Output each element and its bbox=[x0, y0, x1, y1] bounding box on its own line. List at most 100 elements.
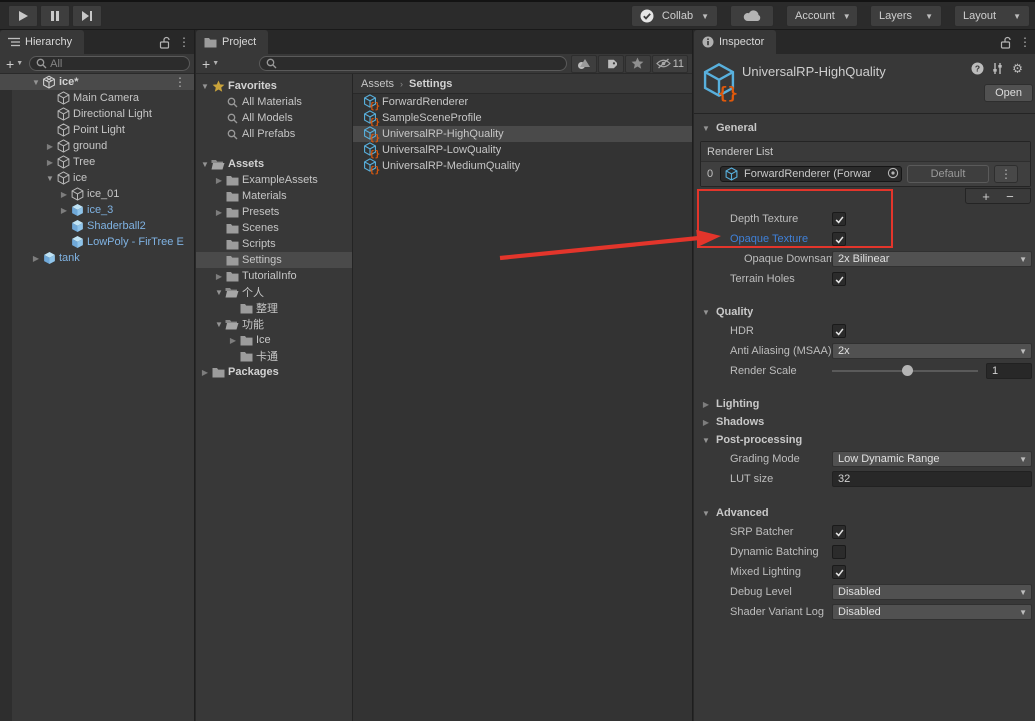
filter-by-type-button[interactable] bbox=[571, 55, 597, 73]
foldout-expanded-icon[interactable]: ▼ bbox=[199, 82, 211, 91]
foldout-collapsed-icon[interactable]: ▶ bbox=[700, 400, 712, 409]
foldout-collapsed-icon[interactable]: ▶ bbox=[213, 208, 225, 217]
number-field[interactable]: 32 bbox=[832, 471, 1032, 487]
foldout-expanded-icon[interactable]: ▼ bbox=[700, 436, 712, 445]
breadcrumb-current[interactable]: Settings bbox=[409, 78, 452, 90]
project-tree-item-presets[interactable]: ▶Presets bbox=[196, 204, 352, 220]
project-tree-item-卡通[interactable]: 卡通 bbox=[196, 348, 352, 364]
section-advanced[interactable]: ▼Advanced bbox=[694, 504, 1035, 522]
foldout-collapsed-icon[interactable]: ▶ bbox=[58, 206, 70, 215]
project-tree-item-功能[interactable]: ▼功能 bbox=[196, 316, 352, 332]
project-tree-item-ice[interactable]: ▶Ice bbox=[196, 332, 352, 348]
project-tree-item-个人[interactable]: ▼个人 bbox=[196, 284, 352, 300]
play-button[interactable] bbox=[8, 5, 38, 27]
tab-hierarchy[interactable]: Hierarchy bbox=[0, 30, 84, 54]
hierarchy-item-directional-light[interactable]: Directional Light bbox=[0, 106, 194, 122]
kebab-menu-icon[interactable]: ⋮ bbox=[994, 165, 1018, 183]
project-tree-item-packages[interactable]: ▶Packages bbox=[196, 364, 352, 380]
dropdown-field[interactable]: Disabled▼ bbox=[832, 604, 1032, 620]
section-shadows[interactable]: ▶Shadows bbox=[694, 413, 1035, 431]
slider-value-field[interactable]: 1 bbox=[986, 363, 1032, 379]
hierarchy-item-shaderball2[interactable]: Shaderball2 bbox=[0, 218, 194, 234]
hierarchy-scene-header[interactable]: ▼ice*⋮ bbox=[0, 74, 194, 90]
project-tree-item-assets[interactable]: ▼Assets bbox=[196, 156, 352, 172]
checkbox-checked[interactable] bbox=[832, 525, 846, 539]
foldout-expanded-icon[interactable]: ▼ bbox=[199, 160, 211, 169]
add-renderer-button[interactable]: + bbox=[982, 189, 990, 204]
file-row[interactable]: {}SampleSceneProfile bbox=[353, 110, 692, 126]
cloud-button[interactable] bbox=[730, 5, 774, 27]
foldout-expanded-icon[interactable]: ▼ bbox=[44, 174, 56, 183]
presets-icon[interactable] bbox=[991, 62, 1004, 75]
create-asset-button[interactable]: +▼ bbox=[200, 56, 221, 72]
layout-dropdown[interactable]: Layout ▼ bbox=[954, 5, 1030, 27]
project-tree-item-materials[interactable]: Materials bbox=[196, 188, 352, 204]
foldout-collapsed-icon[interactable]: ▶ bbox=[44, 142, 56, 151]
project-search-input[interactable] bbox=[259, 56, 566, 71]
project-tree-item-all-materials[interactable]: All Materials bbox=[196, 94, 352, 110]
hierarchy-item-main-camera[interactable]: Main Camera bbox=[0, 90, 194, 106]
lock-icon[interactable] bbox=[159, 36, 170, 49]
file-row[interactable]: {}ForwardRenderer bbox=[353, 94, 692, 110]
foldout-expanded-icon[interactable]: ▼ bbox=[700, 308, 712, 317]
kebab-menu-icon[interactable]: ⋮ bbox=[178, 36, 190, 48]
hierarchy-item-tree[interactable]: ▶Tree bbox=[0, 154, 194, 170]
foldout-collapsed-icon[interactable]: ▶ bbox=[44, 158, 56, 167]
hierarchy-item-point-light[interactable]: Point Light bbox=[0, 122, 194, 138]
foldout-expanded-icon[interactable]: ▼ bbox=[30, 78, 42, 87]
hierarchy-item-tank[interactable]: ▶tank bbox=[0, 250, 194, 266]
pause-button[interactable] bbox=[40, 5, 70, 27]
filter-by-label-button[interactable] bbox=[598, 55, 624, 73]
breadcrumb-root[interactable]: Assets bbox=[361, 78, 394, 90]
layers-dropdown[interactable]: Layers ▼ bbox=[870, 5, 942, 27]
project-tree-item-scripts[interactable]: Scripts bbox=[196, 236, 352, 252]
create-object-button[interactable]: +▼ bbox=[4, 56, 25, 72]
project-tree-item-all-prefabs[interactable]: All Prefabs bbox=[196, 126, 352, 142]
hierarchy-item-ice-3[interactable]: ▶ice_3 bbox=[0, 202, 194, 218]
checkbox-checked[interactable] bbox=[832, 232, 846, 246]
step-button[interactable] bbox=[72, 5, 102, 27]
project-tree-item-exampleassets[interactable]: ▶ExampleAssets bbox=[196, 172, 352, 188]
hierarchy-item-ground[interactable]: ▶ground bbox=[0, 138, 194, 154]
default-button[interactable]: Default bbox=[907, 165, 989, 183]
kebab-menu-icon[interactable]: ⋮ bbox=[1019, 36, 1031, 48]
foldout-collapsed-icon[interactable]: ▶ bbox=[199, 368, 211, 377]
account-dropdown[interactable]: Account ▼ bbox=[786, 5, 858, 27]
open-button[interactable]: Open bbox=[984, 84, 1033, 102]
foldout-collapsed-icon[interactable]: ▶ bbox=[58, 190, 70, 199]
checkbox-checked[interactable] bbox=[832, 272, 846, 286]
favorites-filter-button[interactable] bbox=[625, 55, 651, 73]
foldout-collapsed-icon[interactable]: ▶ bbox=[30, 254, 42, 263]
collab-dropdown[interactable]: Collab ▼ bbox=[631, 5, 718, 27]
renderer-object-field[interactable]: ForwardRenderer (Forwar bbox=[720, 166, 902, 182]
project-tree-item-all-models[interactable]: All Models bbox=[196, 110, 352, 126]
project-tree-item-整理[interactable]: 整理 bbox=[196, 300, 352, 316]
dropdown-field[interactable]: 2x Bilinear▼ bbox=[832, 251, 1032, 267]
hidden-packages-button[interactable]: 11 bbox=[652, 55, 688, 73]
foldout-expanded-icon[interactable]: ▼ bbox=[213, 320, 225, 329]
foldout-collapsed-icon[interactable]: ▶ bbox=[213, 272, 225, 281]
tab-inspector[interactable]: Inspector bbox=[694, 30, 776, 54]
hierarchy-item-ice-01[interactable]: ▶ice_01 bbox=[0, 186, 194, 202]
foldout-expanded-icon[interactable]: ▼ bbox=[213, 288, 225, 297]
object-picker-icon[interactable] bbox=[887, 167, 899, 182]
foldout-expanded-icon[interactable]: ▼ bbox=[700, 509, 712, 518]
hierarchy-item-lowpoly-firtree-e[interactable]: LowPoly - FirTree E bbox=[0, 234, 194, 250]
checkbox-checked[interactable] bbox=[832, 212, 846, 226]
slider-knob[interactable] bbox=[902, 365, 913, 376]
hierarchy-search-input[interactable]: All bbox=[29, 56, 190, 71]
section-post-processing[interactable]: ▼Post-processing bbox=[694, 431, 1035, 449]
project-tree-item-scenes[interactable]: Scenes bbox=[196, 220, 352, 236]
foldout-collapsed-icon[interactable]: ▶ bbox=[213, 176, 225, 185]
slider[interactable] bbox=[832, 364, 978, 378]
foldout-collapsed-icon[interactable]: ▶ bbox=[227, 336, 239, 345]
project-tree-item-tutorialinfo[interactable]: ▶TutorialInfo bbox=[196, 268, 352, 284]
help-icon[interactable]: ? bbox=[971, 62, 984, 75]
remove-renderer-button[interactable]: − bbox=[1006, 189, 1014, 204]
file-row[interactable]: {}UniversalRP-HighQuality bbox=[353, 126, 692, 142]
checkbox-checked[interactable] bbox=[832, 324, 846, 338]
file-row[interactable]: {}UniversalRP-LowQuality bbox=[353, 142, 692, 158]
project-tree-item-settings[interactable]: Settings bbox=[196, 252, 352, 268]
section-quality[interactable]: ▼Quality bbox=[694, 303, 1035, 321]
renderer-list-row[interactable]: 0ForwardRenderer (ForwarDefault⋮ bbox=[701, 162, 1030, 186]
